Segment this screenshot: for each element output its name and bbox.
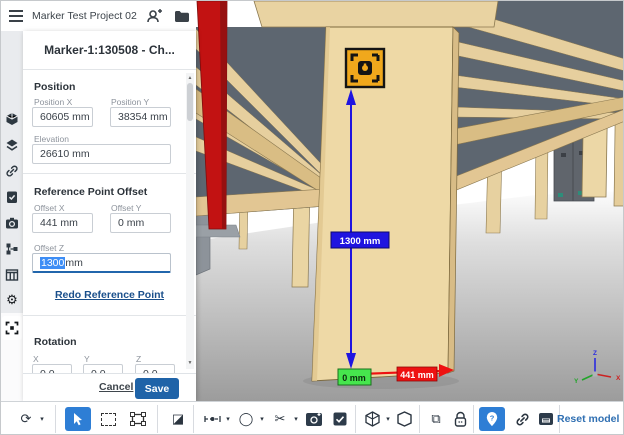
marker-properties-panel: Marker-1:130508 - Ch... Position Positio…: [23, 31, 196, 401]
axis-z-label: Z: [593, 350, 597, 357]
elevation-input[interactable]: 26610 mm: [32, 144, 171, 164]
marker-tag[interactable]: [346, 49, 384, 87]
offset-x-input[interactable]: 441 mm: [32, 213, 93, 233]
panel-scrollbar-thumb[interactable]: [187, 83, 193, 121]
orbit-caret-icon[interactable]: ▾: [37, 407, 47, 431]
camera-icon[interactable]: [5, 216, 19, 230]
cut-caret-icon[interactable]: ▾: [291, 407, 301, 431]
top-beam: [254, 1, 498, 27]
hierarchy-icon[interactable]: [5, 242, 19, 256]
offset-z-label: Offset Z: [34, 243, 64, 253]
cut-icon[interactable]: ✂: [269, 407, 291, 431]
panel-title: Marker-1:130508 - Ch...: [23, 43, 196, 57]
overlay-images-icon[interactable]: ⧉: [425, 407, 447, 431]
todo-clipboard-icon[interactable]: [329, 407, 351, 431]
menu-icon[interactable]: [9, 10, 23, 22]
ellipse-caret-icon[interactable]: ▾: [257, 407, 267, 431]
marker-focus-icon[interactable]: [5, 321, 19, 335]
table-columns-icon[interactable]: [5, 268, 19, 282]
folder-icon[interactable]: [173, 7, 191, 25]
axis-x-label: X: [616, 375, 621, 382]
layers-icon[interactable]: [5, 138, 19, 152]
position-x-input[interactable]: 60605 mm: [32, 107, 93, 127]
contrast-icon[interactable]: ◪: [167, 407, 189, 431]
project-title: Marker Test Project 02: [32, 10, 137, 22]
rotation-y-label: Y: [84, 354, 90, 364]
offset-section-header: Reference Point Offset: [34, 186, 147, 198]
measure-caret-icon[interactable]: ▾: [223, 407, 233, 431]
offset-z-input[interactable]: 1300 mm: [32, 253, 171, 273]
add-user-icon[interactable]: [145, 7, 163, 25]
top-bar: Marker Test Project 02: [1, 1, 196, 31]
svg-text:?: ?: [490, 413, 495, 422]
marker-pin-icon[interactable]: ?: [479, 407, 505, 431]
elevation-label: Elevation: [34, 134, 69, 144]
redo-reference-point-link[interactable]: Redo Reference Point: [23, 289, 196, 301]
base-label: 0 mm: [342, 373, 366, 383]
bottom-toolbar: ⟳ ▾ ◪ ▾ ◯ ▾ ✂ ▾: [1, 401, 624, 435]
position-y-input[interactable]: 38354 mm: [110, 107, 171, 127]
offset-y-label: Offset Y: [111, 203, 141, 213]
model-cube-icon[interactable]: [5, 112, 19, 126]
toolbar-link-icon[interactable]: [511, 407, 533, 431]
box-select-icon[interactable]: [97, 407, 119, 431]
clipboard-check-icon[interactable]: [5, 190, 19, 204]
marker-tag-icon[interactable]: [535, 407, 557, 431]
position-section-header: Position: [34, 81, 75, 93]
offset-z-unit: mm: [65, 257, 83, 269]
rotation-z-label: Z: [136, 354, 141, 364]
scroll-down-arrow[interactable]: ▼: [186, 360, 194, 366]
reset-model-button[interactable]: Reset model: [557, 413, 619, 425]
scene-3d: 1300 mm 441 mm 0 mm Z X: [196, 1, 624, 401]
position-x-label: Position X: [34, 97, 72, 107]
position-y-label: Position Y: [111, 97, 149, 107]
marquee-select-icon[interactable]: [127, 407, 149, 431]
cube-view-icon[interactable]: [361, 407, 383, 431]
orbit-icon[interactable]: ⟳: [15, 407, 37, 431]
link-icon[interactable]: [5, 164, 19, 178]
app-window: 1300 mm 441 mm 0 mm Z X: [0, 0, 624, 435]
scroll-up-arrow[interactable]: ▲: [186, 75, 194, 81]
offset-z-selected-text: 1300: [40, 257, 65, 269]
rotation-section-header: Rotation: [34, 336, 77, 348]
axis-y-label: Y: [574, 378, 579, 385]
offset-x-label: Offset X: [34, 203, 65, 213]
cube-solid-icon[interactable]: [393, 407, 415, 431]
rotation-x-label: X: [33, 354, 39, 364]
settings-gear-icon[interactable]: ⚙: [5, 293, 19, 307]
cube-view-caret-icon[interactable]: ▾: [383, 407, 393, 431]
height-label: 1300 mm: [340, 236, 381, 247]
offset-label: 441 mm: [400, 370, 434, 380]
lock-icon[interactable]: [449, 407, 471, 431]
measurement-base: 0 mm: [338, 369, 371, 385]
select-cursor-icon[interactable]: [65, 407, 91, 431]
offset-y-input[interactable]: 0 mm: [110, 213, 171, 233]
save-button[interactable]: Save: [135, 378, 179, 399]
panel-footer: Cancel Save: [23, 373, 196, 402]
snapshot-camera-icon[interactable]: [303, 407, 325, 431]
measure-icon[interactable]: [201, 407, 223, 431]
viewport-3d[interactable]: 1300 mm 441 mm 0 mm Z X: [196, 1, 624, 401]
ellipse-icon[interactable]: ◯: [235, 407, 257, 431]
cancel-button[interactable]: Cancel: [99, 381, 133, 393]
